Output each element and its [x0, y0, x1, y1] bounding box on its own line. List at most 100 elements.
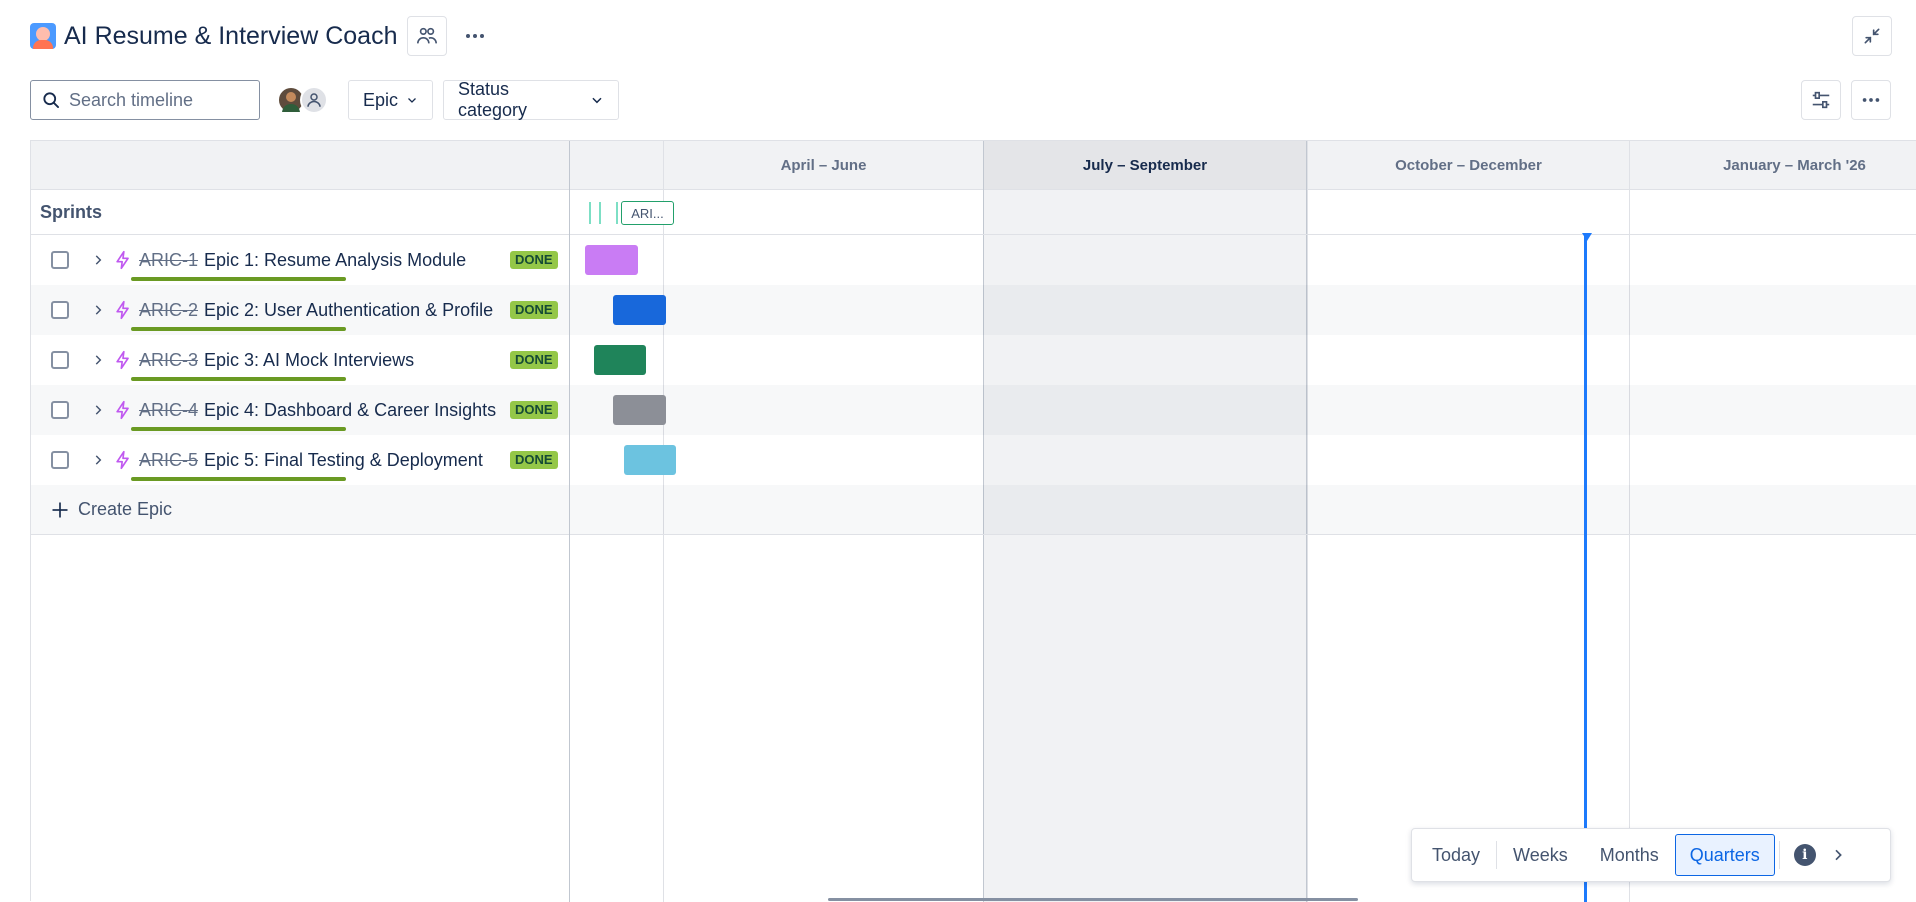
epic-bar[interactable]	[613, 295, 666, 325]
page-header: AI Resume & Interview Coach	[30, 16, 495, 56]
epic-type	[113, 249, 133, 271]
epic-progress-bar	[131, 477, 346, 481]
epic-key[interactable]: ARIC-5	[139, 450, 198, 471]
status-lozenge: DONE	[510, 251, 558, 269]
epic-progress-bar	[131, 327, 346, 331]
person-icon	[307, 93, 321, 107]
expand-toggle[interactable]	[91, 453, 105, 467]
today-button[interactable]: Today	[1416, 834, 1496, 876]
epic-progress-bar	[131, 277, 346, 281]
quarter-header: July – September	[984, 141, 1306, 190]
collapse-diagonal-icon	[1864, 28, 1880, 44]
epic-summary[interactable]: Epic 3: AI Mock Interviews	[204, 350, 414, 371]
status-lozenge: DONE	[510, 351, 558, 369]
view-settings-button[interactable]	[1801, 80, 1841, 120]
people-icon	[417, 27, 438, 44]
ellipsis-icon	[466, 34, 485, 38]
epic-bar[interactable]	[624, 445, 676, 475]
epic-lane	[570, 285, 1916, 335]
scroll-next-button[interactable]	[1830, 847, 1846, 863]
epic-bar[interactable]	[585, 245, 638, 275]
epic-bar[interactable]	[594, 345, 646, 375]
row-checkbox[interactable]	[51, 401, 69, 419]
row-checkbox[interactable]	[51, 301, 69, 319]
quarters-button[interactable]: Quarters	[1674, 834, 1775, 876]
epic-lightning-icon	[116, 450, 129, 470]
sliders-icon	[1812, 91, 1830, 109]
sprint-marker[interactable]	[616, 202, 618, 224]
status-lozenge: DONE	[510, 401, 558, 419]
epic-key[interactable]: ARIC-2	[139, 300, 198, 321]
epic-type	[113, 349, 133, 371]
info-icon[interactable]: i	[1793, 844, 1816, 866]
status-lozenge: DONE	[510, 451, 558, 469]
quarter-header: October – December	[1308, 141, 1629, 190]
divider	[1778, 841, 1780, 869]
quarter-header: April – June	[664, 141, 983, 190]
epic-lightning-icon	[116, 350, 129, 370]
today-line	[1584, 235, 1587, 902]
epic-type	[113, 399, 133, 421]
search-input[interactable]	[69, 89, 249, 111]
epic-key[interactable]: ARIC-4	[139, 400, 198, 421]
chevron-right-icon	[95, 255, 102, 265]
chevron-right-icon	[95, 405, 102, 415]
create-epic-label: Create Epic	[78, 499, 173, 519]
more-actions-button[interactable]	[455, 16, 495, 56]
ellipsis-icon	[1862, 98, 1880, 102]
search-field[interactable]	[30, 80, 260, 120]
epic-filter-label: Epic	[363, 89, 399, 110]
epic-row[interactable]: ARIC-4 Epic 4: Dashboard & Career Insight…	[31, 385, 569, 435]
create-epic-lane	[570, 485, 1916, 535]
row-checkbox[interactable]	[51, 351, 69, 369]
epic-type	[113, 449, 133, 471]
chevron-right-icon	[1835, 849, 1842, 861]
expand-toggle[interactable]	[91, 253, 105, 267]
row-checkbox[interactable]	[51, 251, 69, 269]
epic-lane	[570, 235, 1916, 285]
epic-row[interactable]: ARIC-1 Epic 1: Resume Analysis Module DONE	[31, 235, 569, 285]
epic-summary[interactable]: Epic 4: Dashboard & Career Insights	[204, 400, 496, 421]
months-button[interactable]: Months	[1584, 834, 1675, 876]
weeks-button[interactable]: Weeks	[1497, 834, 1584, 876]
epic-row[interactable]: ARIC-5 Epic 5: Final Testing & Deployment…	[31, 435, 569, 485]
chevron-right-icon	[95, 455, 102, 465]
epic-bar[interactable]	[613, 395, 666, 425]
epic-progress-bar	[131, 427, 346, 431]
unassigned-avatar[interactable]	[300, 86, 328, 114]
epic-lane	[570, 435, 1916, 485]
assignee-filter[interactable]	[277, 86, 328, 114]
quarter-header	[570, 141, 663, 190]
epic-lightning-icon	[116, 250, 129, 270]
epic-filter-dropdown[interactable]: Epic	[348, 80, 433, 120]
sprint-marker[interactable]	[589, 202, 591, 224]
epic-lightning-icon	[116, 400, 129, 420]
expand-toggle[interactable]	[91, 303, 105, 317]
epic-lane	[570, 385, 1916, 435]
quarter-header: January – March '26	[1630, 141, 1916, 190]
epic-row[interactable]: ARIC-3 Epic 3: AI Mock Interviews DONE	[31, 335, 569, 385]
collapse-button[interactable]	[1852, 16, 1892, 56]
status-category-dropdown[interactable]: Status category	[443, 79, 619, 120]
sprints-row-label: Sprints	[31, 190, 569, 235]
timeline-chart-pane[interactable]: April – June July – September October – De…	[570, 141, 1916, 902]
row-checkbox[interactable]	[51, 451, 69, 469]
epic-lightning-icon	[116, 300, 129, 320]
sprint-marker[interactable]	[599, 202, 601, 224]
sprint-chip[interactable]: ARI...	[621, 201, 674, 225]
epic-summary[interactable]: Epic 5: Final Testing & Deployment	[204, 450, 483, 471]
epic-key[interactable]: ARIC-3	[139, 350, 198, 371]
epic-summary[interactable]: Epic 2: User Authentication & Profile	[204, 300, 493, 321]
expand-toggle[interactable]	[91, 403, 105, 417]
epic-row[interactable]: ARIC-2 Epic 2: User Authentication & Prof…	[31, 285, 569, 335]
chevron-right-icon	[95, 305, 102, 315]
expand-toggle[interactable]	[91, 353, 105, 367]
create-epic-button[interactable]: Create Epic	[31, 485, 569, 535]
team-button[interactable]	[407, 16, 448, 56]
project-avatar-icon	[30, 23, 56, 49]
epic-list-pane: Sprints ARIC-1 Epic 1: Resume Analysis Mo…	[31, 141, 570, 902]
epic-key[interactable]: ARIC-1	[139, 250, 198, 271]
toolbar-more-button[interactable]	[1851, 80, 1891, 120]
epic-lane	[570, 335, 1916, 385]
epic-summary[interactable]: Epic 1: Resume Analysis Module	[204, 250, 466, 271]
